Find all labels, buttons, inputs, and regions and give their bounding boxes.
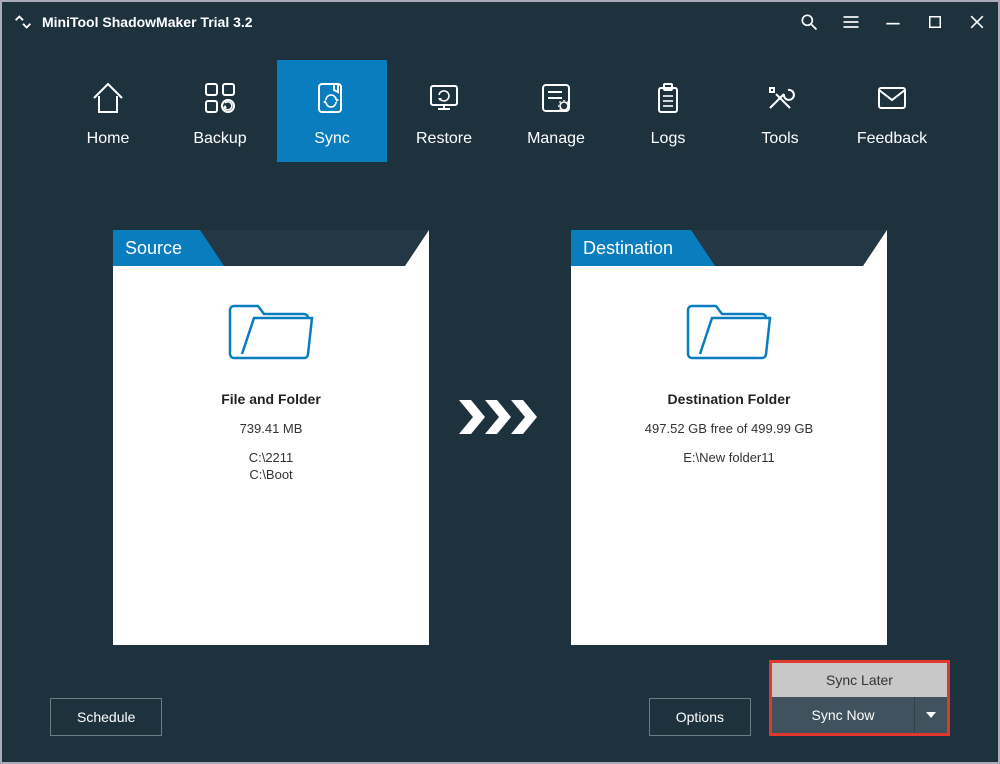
nav-label: Backup [193,130,246,148]
caret-down-icon [926,712,936,718]
logs-icon [648,78,688,118]
nav-manage[interactable]: Manage [501,60,611,162]
nav-label: Sync [314,130,350,148]
main-nav: Home Backup Sync Restore Manage Logs Too… [2,42,998,180]
feedback-icon [872,78,912,118]
restore-icon [424,78,464,118]
source-size: 739.41 MB [240,421,303,436]
source-paths: C:\2211 C:\Boot [249,450,294,484]
menu-icon[interactable] [840,11,862,33]
nav-label: Logs [651,130,686,148]
footer: Schedule Options Sync Later Sync Now [2,660,998,762]
minimize-button[interactable] [882,11,904,33]
destination-title: Destination Folder [668,391,791,407]
destination-card[interactable]: Destination Destination Folder 497.52 GB… [571,230,887,645]
sync-now-caret[interactable] [915,697,947,733]
nav-home[interactable]: Home [53,60,163,162]
destination-path: E:\New folder11 [683,450,775,467]
tools-icon [760,78,800,118]
nav-sync[interactable]: Sync [277,60,387,162]
chevrons-icon [459,400,541,434]
source-card[interactable]: Source File and Folder 739.41 MB C:\2211… [113,230,429,645]
source-tab-label: Source [113,230,200,266]
options-button[interactable]: Options [649,698,751,736]
titlebar: MiniTool ShadowMaker Trial 3.2 [2,2,998,42]
nav-label: Manage [527,130,585,148]
app-logo-icon [12,11,34,33]
app-window: MiniTool ShadowMaker Trial 3.2 Home [0,0,1000,764]
nav-logs[interactable]: Logs [613,60,723,162]
source-title: File and Folder [221,391,321,407]
close-button[interactable] [966,11,988,33]
sync-icon [312,78,352,118]
nav-label: Restore [416,130,472,148]
folder-icon [686,292,772,362]
sync-now-button[interactable]: Sync Now [772,697,915,733]
content-area: Source File and Folder 739.41 MB C:\2211… [2,180,998,660]
destination-free: 497.52 GB free of 499.99 GB [645,421,813,436]
folder-icon [228,292,314,362]
nav-feedback[interactable]: Feedback [837,60,947,162]
nav-label: Feedback [857,130,927,148]
destination-tab-label: Destination [571,230,691,266]
home-icon [88,78,128,118]
source-path-2: C:\Boot [249,467,294,484]
search-icon[interactable] [798,11,820,33]
manage-icon [536,78,576,118]
destination-paths: E:\New folder11 [683,450,775,467]
nav-backup[interactable]: Backup [165,60,275,162]
nav-restore[interactable]: Restore [389,60,499,162]
source-path-1: C:\2211 [249,450,294,467]
nav-label: Home [87,130,130,148]
maximize-button[interactable] [924,11,946,33]
sync-later-button[interactable]: Sync Later [772,663,947,697]
schedule-button[interactable]: Schedule [50,698,162,736]
nav-tools[interactable]: Tools [725,60,835,162]
nav-label: Tools [761,130,798,148]
sync-dropdown-group: Sync Later Sync Now [769,660,950,736]
app-title: MiniTool ShadowMaker Trial 3.2 [42,14,253,30]
backup-icon [200,78,240,118]
